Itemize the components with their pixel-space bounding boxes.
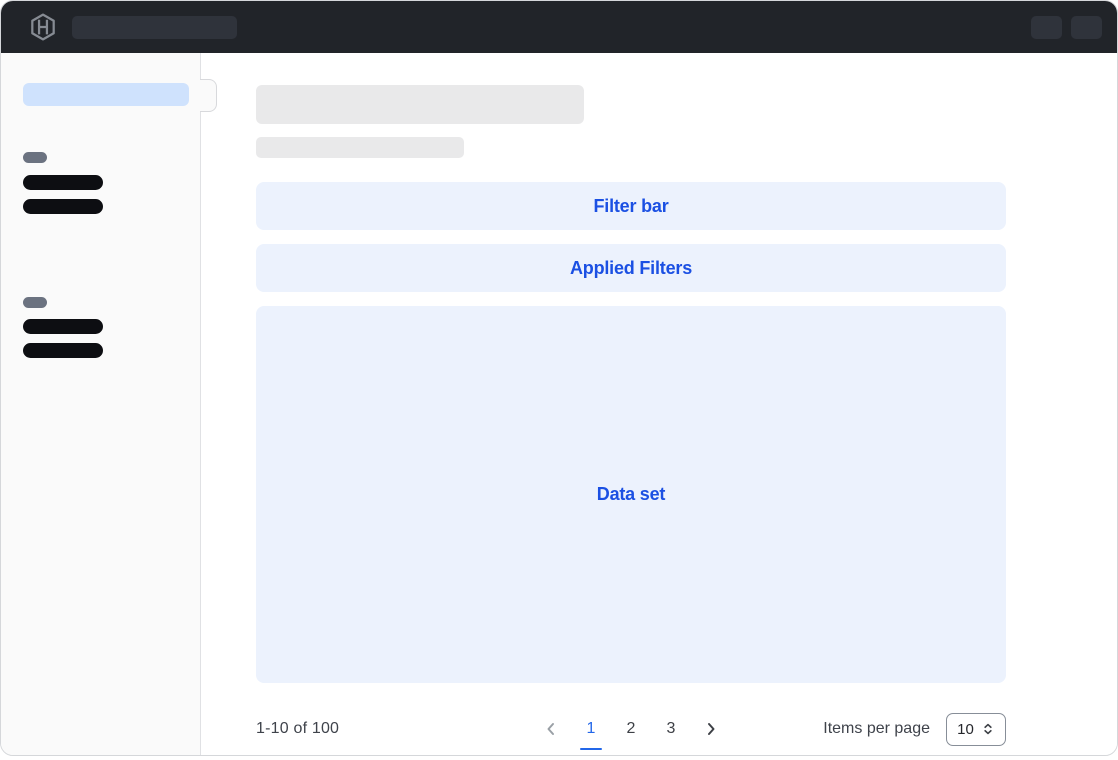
- app-window: Filter bar Applied Filters Data set 1-10…: [0, 0, 1118, 756]
- search-input-placeholder[interactable]: [72, 16, 237, 39]
- chevron-right-icon: [703, 721, 719, 737]
- filter-bar-region: Filter bar: [256, 182, 1006, 230]
- sidebar-section-label-placeholder: [23, 297, 47, 308]
- items-per-page-label: Items per page: [823, 720, 930, 738]
- page-title-placeholder: [256, 85, 584, 124]
- data-set-label: Data set: [597, 484, 665, 505]
- page-button-1[interactable]: 1: [579, 720, 603, 738]
- pagination-range-info: 1-10 of 100: [256, 720, 539, 738]
- previous-page-button[interactable]: [539, 717, 563, 741]
- sidebar-nav-item-placeholder[interactable]: [23, 343, 103, 358]
- page-subtitle-placeholder: [256, 137, 464, 158]
- topbar-button-placeholder[interactable]: [1071, 16, 1102, 39]
- hashicorp-logo-icon: [28, 12, 58, 42]
- top-navigation-bar: [1, 1, 1117, 53]
- applied-filters-label: Applied Filters: [570, 258, 692, 279]
- applied-filters-region: Applied Filters: [256, 244, 1006, 292]
- items-per-page-value: 10: [957, 721, 974, 738]
- page-button-3[interactable]: 3: [659, 720, 683, 738]
- filter-bar-label: Filter bar: [593, 196, 668, 217]
- sidebar-selected-item-placeholder[interactable]: [23, 83, 189, 106]
- sidebar-nav-item-placeholder[interactable]: [23, 175, 103, 190]
- page-button-2[interactable]: 2: [619, 720, 643, 738]
- pagination-bar: 1-10 of 100 1 2 3 Items per page: [256, 711, 1006, 747]
- pagination-nav: 1 2 3: [539, 717, 723, 741]
- next-page-button[interactable]: [699, 717, 723, 741]
- chevron-left-icon: [543, 721, 559, 737]
- sidebar-collapse-toggle[interactable]: [200, 79, 217, 112]
- sidebar-section-label-placeholder: [23, 152, 47, 163]
- topbar-button-placeholder[interactable]: [1031, 16, 1062, 39]
- main-content: Filter bar Applied Filters Data set 1-10…: [201, 53, 1117, 756]
- items-per-page-select[interactable]: 10: [946, 713, 1006, 746]
- sidebar-nav-item-placeholder[interactable]: [23, 319, 103, 334]
- caret-updown-icon: [981, 722, 995, 736]
- sidebar: [1, 53, 201, 756]
- data-set-region: Data set: [256, 306, 1006, 683]
- sidebar-nav-item-placeholder[interactable]: [23, 199, 103, 214]
